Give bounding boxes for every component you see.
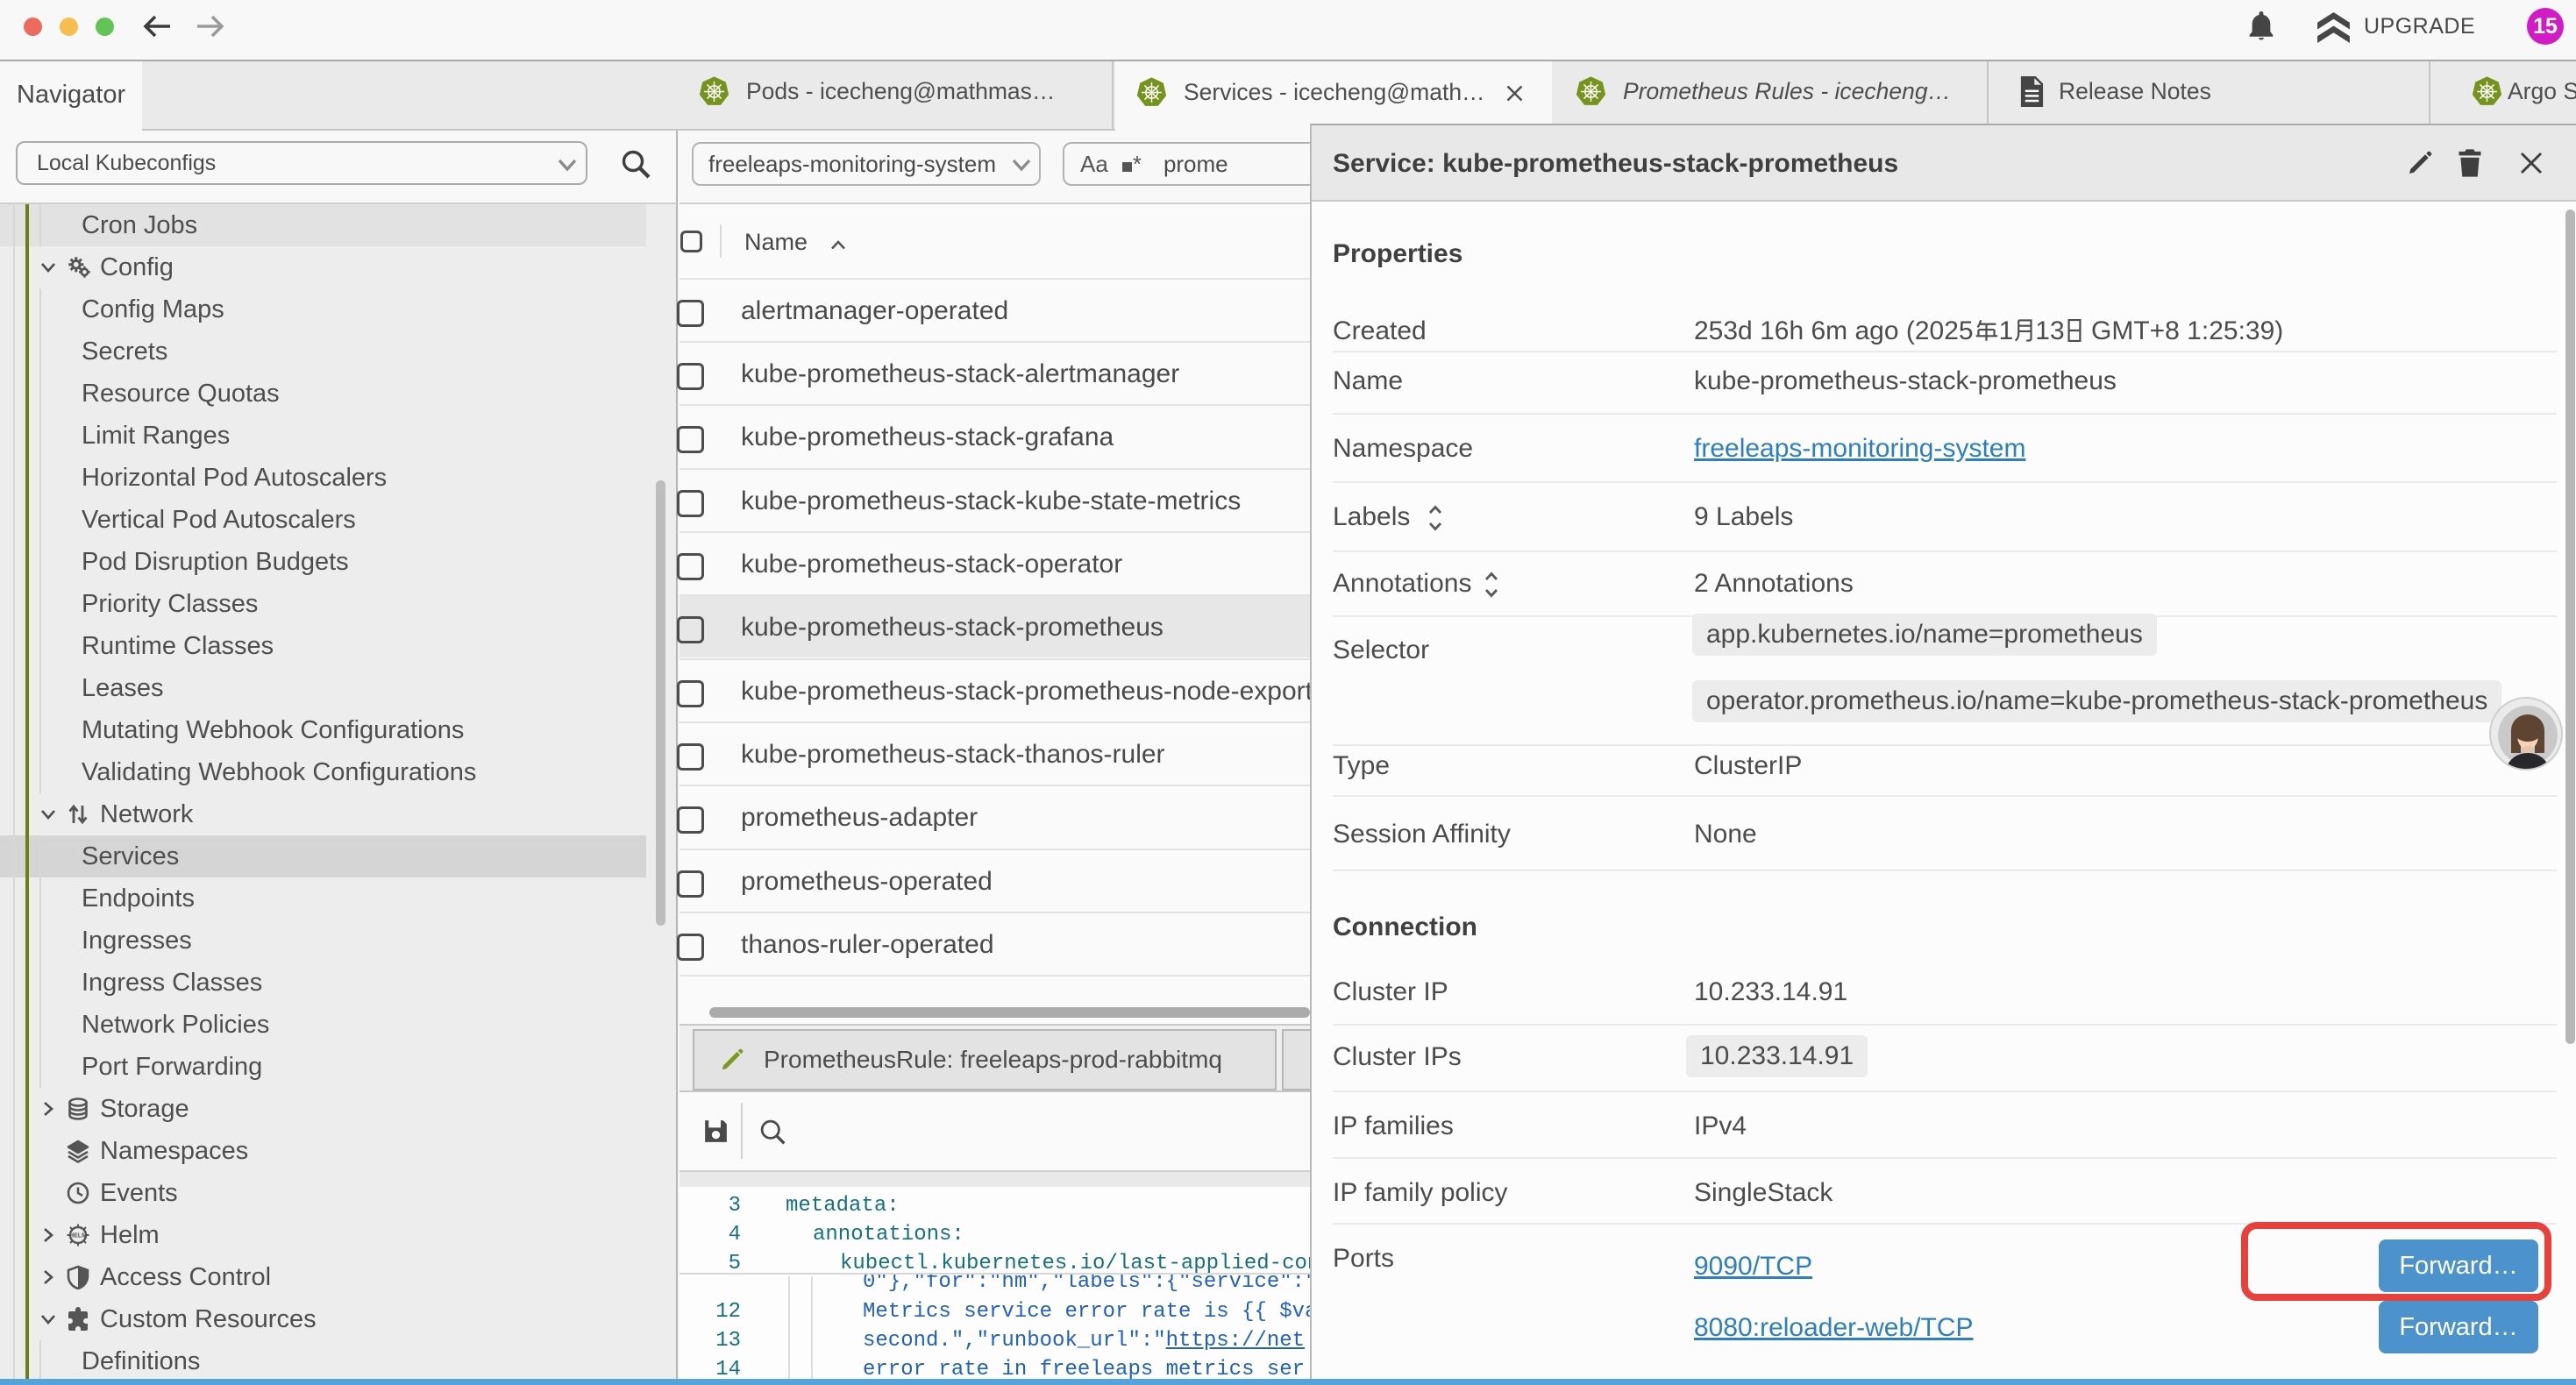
svg-text:HELM: HELM	[69, 1233, 87, 1239]
